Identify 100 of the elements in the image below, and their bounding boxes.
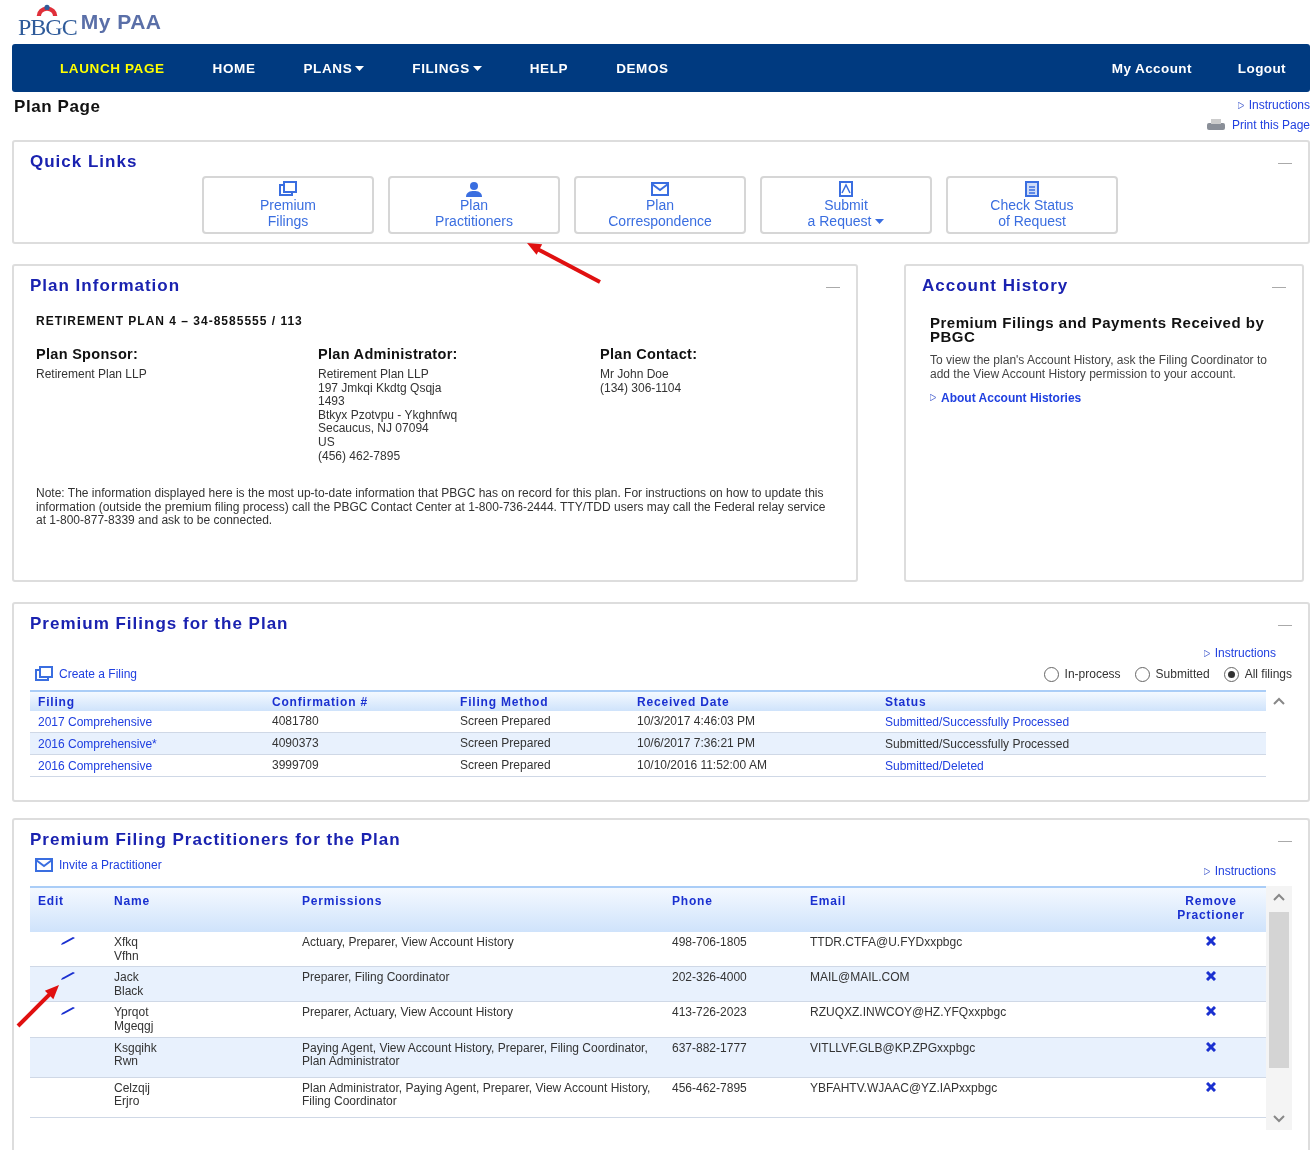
first-name: Celzqij [114, 1081, 151, 1096]
remove-icon[interactable] [1206, 1081, 1216, 1092]
first-name: Ksgqihk [114, 1041, 158, 1056]
table-cell-text: Screen Prepared [459, 735, 552, 752]
printer-icon [1204, 118, 1227, 132]
filing-link[interactable]: 2016 Comprehensive [30, 755, 264, 776]
section-subtitle: Premium Filings and Payments Received by PBGC [930, 316, 1266, 344]
table-cell-text: Screen Prepared [459, 713, 552, 730]
column-header[interactable]: Status [877, 692, 1266, 711]
caret-icon [875, 218, 885, 224]
panel-title: Quick Links [30, 152, 138, 172]
panel-title: Plan Information [30, 276, 181, 296]
permissions-cell-text: Preparer, Filing Coordinator [301, 969, 451, 987]
documents-icon [34, 666, 54, 682]
address-line: Mr John Doe [600, 368, 670, 382]
last-name: Rwn [114, 1055, 138, 1069]
print-link[interactable]: Print this Page [1204, 118, 1310, 132]
remove-icon[interactable] [1206, 971, 1216, 982]
status-cell[interactable]: Submitted/Deleted [877, 755, 1266, 776]
pencil-icon[interactable] [60, 937, 76, 946]
envelope-icon [650, 181, 670, 197]
quick-link-button[interactable]: Premium Filings [202, 176, 374, 234]
scroll-up-icon[interactable] [1272, 696, 1286, 706]
status-cell[interactable]: Submitted/Successfully Processed [877, 711, 1266, 732]
address-line: (134) 306-1104 [600, 381, 683, 396]
permissions-cell-text: Preparer, Actuary, View Account History [301, 1004, 514, 1022]
remove-icon[interactable] [1206, 1041, 1216, 1052]
address-line: Secaucus, NJ 07094 [318, 422, 429, 436]
last-name: Erjro [114, 1095, 140, 1109]
note-text: Note: The information displayed here is the most up-to-date information that PBGC has on record for this plan. For instructions on how to update this information (outside the premium filing process) call the PBGC Contact Center at 1-800-736-2444. TTY/TDD users may call the Federal relay service at 1-800-877-8339 and ask to be connected. [36, 487, 827, 528]
instructions-link[interactable]: Instructions [1237, 98, 1310, 112]
column-header[interactable]: Remove Practioner [1156, 891, 1266, 924]
address-line: Retirement Plan LLP [36, 368, 148, 382]
scroll-bar[interactable] [1266, 886, 1292, 1130]
quick-link-button[interactable]: Submit a Request [760, 176, 932, 234]
column-header[interactable]: Confirmation # [264, 692, 452, 711]
table-cell-text: 4081780 [271, 713, 320, 730]
first-name: Xfkq [114, 936, 139, 950]
remove-icon[interactable] [1206, 936, 1216, 946]
pencil-icon[interactable] [60, 972, 76, 982]
column-header[interactable]: Filing [30, 692, 264, 711]
first-name: Yprqot [114, 1006, 150, 1020]
column-heading: Plan Contact: [600, 346, 699, 362]
column-heading: Plan Sponsor: [36, 346, 140, 362]
address-line: US [318, 435, 336, 450]
column-header[interactable]: Permissions [294, 891, 664, 924]
product-name: My PAA [80, 10, 162, 34]
table-cell-text: VITLLVF.GLB@KP.ZPGxxpbgc [809, 1039, 977, 1057]
column-header[interactable]: Phone [664, 891, 802, 924]
address-line: (456) 462-7895 [318, 449, 402, 464]
nav-item[interactable]: HELP [529, 60, 569, 76]
address-line: Btkyx Pzotvpu - Ykghnfwq [318, 408, 459, 423]
nav-item[interactable]: LAUNCH PAGE [60, 60, 165, 76]
instructions-link[interactable]: Instructions [1203, 646, 1276, 660]
radio-label: In-process [1064, 667, 1121, 681]
nav-item[interactable]: PLANS [303, 60, 365, 76]
table-cell-text: RZUQXZ.INWCOY@HZ.YFQxxpbgc [809, 1004, 1008, 1022]
column-header[interactable]: Filing Method [452, 692, 629, 711]
nav-item[interactable]: DEMOS [616, 60, 669, 76]
bullet-icon [930, 394, 936, 402]
scroll-down-icon[interactable] [1272, 1114, 1286, 1124]
scroll-thumb[interactable] [1269, 912, 1289, 1068]
caret-icon [355, 65, 365, 71]
nav-link[interactable]: My Account [1111, 60, 1192, 76]
bullet-icon [1203, 649, 1210, 657]
column-header[interactable]: Edit [30, 891, 106, 924]
filing-link[interactable]: 2017 Comprehensive [30, 711, 264, 732]
table-cell-text: 10/10/2016 11:52:00 AM [636, 757, 768, 774]
table-cell-text: 4090373 [271, 735, 320, 752]
document-icon [836, 181, 856, 197]
nav-item[interactable]: HOME [212, 60, 256, 76]
table-cell-text: MAIL@MAIL.COM [809, 969, 911, 987]
nav-link[interactable]: Logout [1237, 60, 1286, 76]
last-name: Mgeqgj [114, 1019, 155, 1034]
last-name: Vfhn [114, 949, 140, 964]
quick-link-button[interactable]: Plan Correspondence [574, 176, 746, 234]
quick-link-button[interactable]: Plan Practitioners [388, 176, 560, 234]
first-name: Jack [114, 971, 140, 985]
instructions-link[interactable]: Instructions [1203, 864, 1276, 878]
table-cell-text: 456-462-7895 [671, 1079, 748, 1097]
filing-link[interactable]: 2016 Comprehensive* [30, 733, 264, 754]
column-heading: Plan Administrator: [318, 346, 459, 362]
quick-link-button[interactable]: Check Status of Request [946, 176, 1118, 234]
address-line: 197 Jmkqi Kkdtg Qsqja [318, 381, 443, 396]
table-cell-text: 202-326-4000 [671, 969, 748, 987]
create-filing-link[interactable]: Create a Filing [34, 666, 138, 682]
column-header[interactable]: Name [106, 891, 294, 924]
column-header[interactable]: Email [802, 891, 1156, 924]
permissions-cell-text: Paying Agent, View Account History, Preparer, Filing Coordinator, Plan Administrator [301, 1039, 649, 1071]
scroll-up-icon[interactable] [1272, 892, 1286, 902]
invite-link[interactable]: Invite a Practitioner [34, 857, 162, 873]
pencil-icon[interactable] [60, 1007, 76, 1017]
about-link[interactable]: About Account Histories [930, 390, 1082, 405]
bullet-icon [1237, 101, 1244, 109]
remove-icon[interactable] [1206, 1006, 1216, 1017]
radio-label: All filings [1244, 667, 1292, 681]
nav-item[interactable]: FILINGS [412, 60, 482, 76]
column-header[interactable]: Received Date [629, 692, 877, 711]
documents-icon [278, 181, 298, 197]
plan-name: RETIREMENT PLAN 4 – 34-8585555 / 113 [36, 314, 304, 328]
